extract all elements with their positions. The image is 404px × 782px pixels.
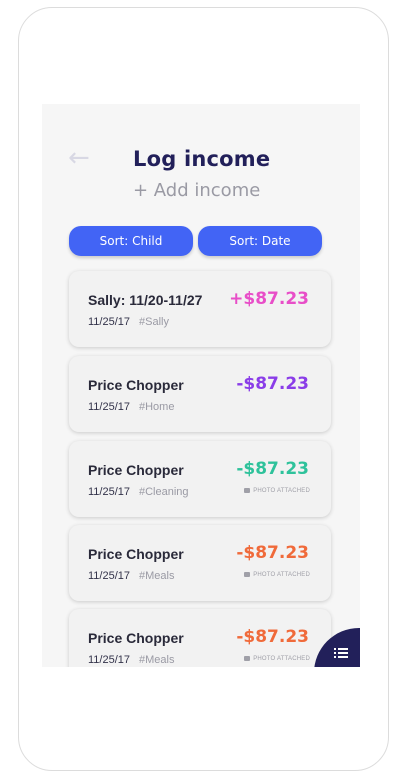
entry-title: Price Chopper xyxy=(88,377,184,393)
entry-title: Sally: 11/20-11/27 xyxy=(88,292,203,308)
list-menu-icon xyxy=(334,648,348,659)
entry-tag: #Home xyxy=(139,401,175,413)
entry-amount: -$87.23 xyxy=(236,374,309,394)
entry-title: Price Chopper xyxy=(88,546,184,562)
entry-date: 11/25/17 xyxy=(88,316,131,328)
photo-attached-label: PHOTO ATTACHED xyxy=(244,656,310,662)
sort-child-button[interactable]: Sort: Child xyxy=(69,226,193,256)
page-title: Log income xyxy=(133,147,271,171)
camera-icon xyxy=(244,656,251,661)
entry-date: 11/25/17 xyxy=(88,401,131,413)
income-entry[interactable]: Sally: 11/20-11/27 11/25/17 #Sally +$87.… xyxy=(69,271,331,347)
camera-icon xyxy=(244,572,251,577)
entry-tag: #Sally xyxy=(139,316,169,328)
app-screen: ← Log income + Add income Sort: Child So… xyxy=(42,104,360,667)
entry-title: Price Chopper xyxy=(88,630,184,646)
entry-tag: #Meals xyxy=(139,654,175,666)
entry-date: 11/25/17 xyxy=(88,486,131,498)
photo-attached-label: PHOTO ATTACHED xyxy=(244,572,310,578)
income-entry[interactable]: Price Chopper 11/25/17 #Cleaning -$87.23… xyxy=(69,441,331,517)
camera-icon xyxy=(244,488,251,493)
entry-date: 11/25/17 xyxy=(88,654,131,666)
income-entry[interactable]: Price Chopper 11/25/17 #Meals -$87.23 PH… xyxy=(69,609,331,667)
entry-tag: #Cleaning xyxy=(139,486,189,498)
entry-title: Price Chopper xyxy=(88,462,184,478)
income-entry[interactable]: Price Chopper 11/25/17 #Meals -$87.23 PH… xyxy=(69,525,331,601)
add-income-link[interactable]: + Add income xyxy=(133,180,260,201)
entry-date: 11/25/17 xyxy=(88,570,131,582)
income-entry[interactable]: Price Chopper 11/25/17 #Home -$87.23 xyxy=(69,356,331,432)
photo-attached-label: PHOTO ATTACHED xyxy=(244,488,310,494)
entry-amount: -$87.23 xyxy=(236,627,309,647)
entry-amount: -$87.23 xyxy=(236,459,309,479)
sort-date-button[interactable]: Sort: Date xyxy=(198,226,322,256)
arrow-left-icon[interactable]: ← xyxy=(68,145,96,171)
entry-tag: #Meals xyxy=(139,570,175,582)
entry-amount: -$87.23 xyxy=(236,543,309,563)
entry-amount: +$87.23 xyxy=(229,289,309,309)
